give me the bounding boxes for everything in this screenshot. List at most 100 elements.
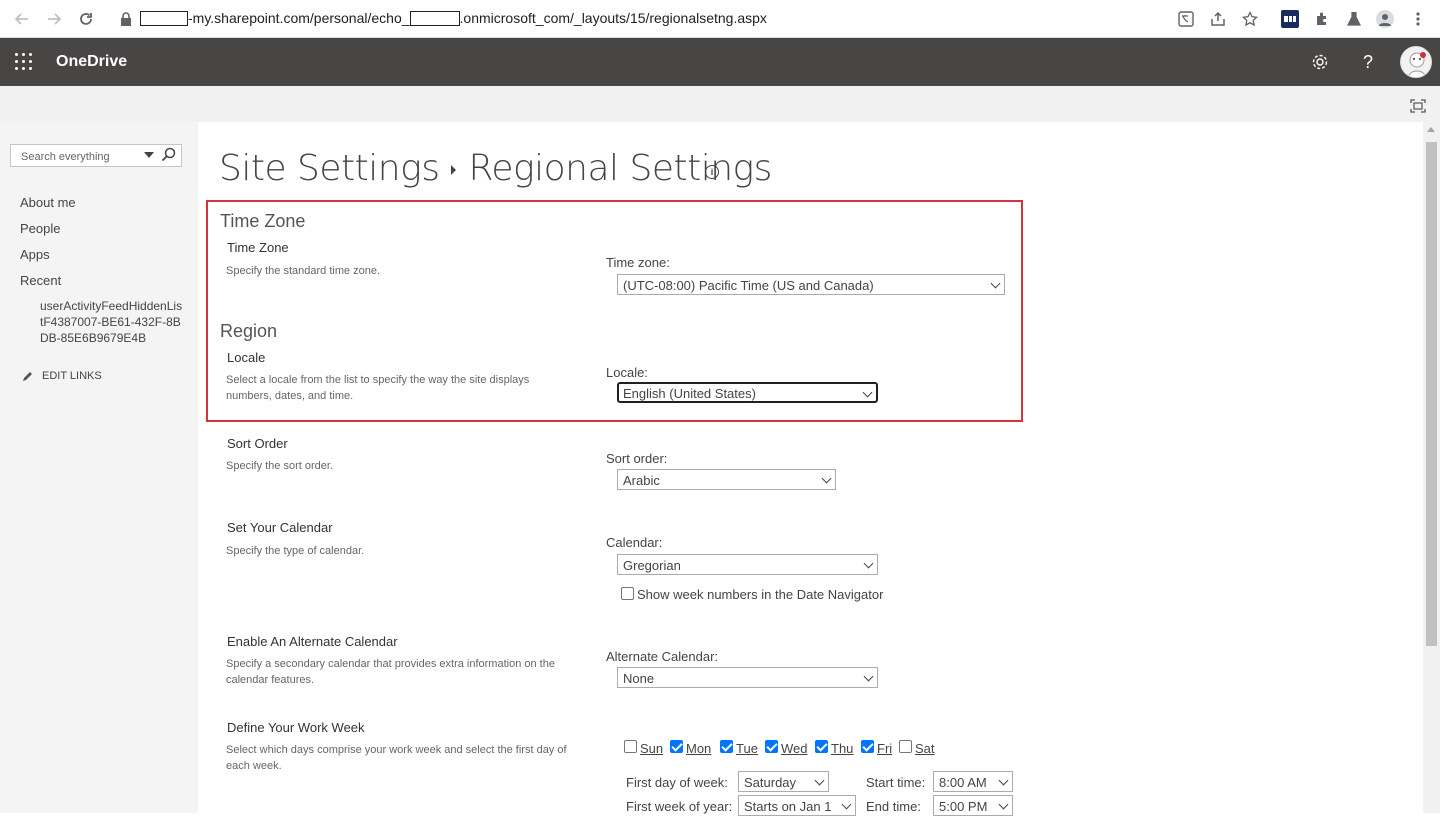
browser-toolbar: -my.sharepoint.com/personal/echo_ .onmicr… [0,0,1440,38]
chevron-down-icon [862,387,873,398]
locale-label: Locale: [606,365,648,380]
alt-calendar-title: Enable An Alternate Calendar [227,634,398,649]
start-time-value: 8:00 AM [939,775,987,790]
calendar-label: Calendar: [606,535,663,550]
redacted-block [140,11,188,26]
week-numbers-checkbox[interactable] [621,587,634,600]
nav-recent[interactable]: Recent [20,273,61,288]
sort-order-value: Arabic [623,473,660,488]
day-label-sun[interactable]: Sun [640,741,663,756]
browser-menu-icon[interactable] [1409,10,1427,28]
info-icon[interactable]: i [705,165,719,179]
settings-gear-icon[interactable] [1308,50,1332,74]
start-time-select[interactable]: 8:00 AM [933,771,1013,792]
calendar-description: Specify the type of calendar. [226,545,365,557]
time-zone-label: Time zone: [606,255,670,270]
chevron-down-icon [998,775,1009,786]
profile-icon[interactable] [1376,10,1394,28]
edit-links-label: EDIT LINKS [42,370,102,382]
search-scope-dropdown-icon[interactable] [144,152,154,158]
work-week-title: Define Your Work Week [227,720,365,735]
share-icon[interactable] [1209,10,1227,28]
breadcrumb-site-settings[interactable]: Site Settings [219,148,440,189]
first-week-value: Starts on Jan 1 [744,799,832,814]
calendar-value: Gregorian [623,558,681,573]
locale-description: Select a locale from the list to specify… [226,374,530,402]
day-checkbox-wed[interactable] [765,740,778,753]
breadcrumb-arrow-icon [451,165,457,175]
day-label-thu[interactable]: Thu [831,741,853,756]
alt-calendar-select[interactable]: None [617,667,878,688]
time-zone-heading: Time Zone [220,211,306,231]
help-icon[interactable]: ? [1356,50,1380,74]
end-time-value: 5:00 PM [939,799,988,814]
chevron-down-icon [863,558,874,569]
start-time-label: Start time: [866,775,926,790]
chevron-down-icon [814,775,825,786]
day-label-tue[interactable]: Tue [736,741,758,756]
day-label-fri[interactable]: Fri [877,741,892,756]
address-bar[interactable]: -my.sharepoint.com/personal/echo_ .onmicr… [140,10,767,26]
first-day-select[interactable]: Saturday [738,771,829,792]
day-checkbox-thu[interactable] [815,740,828,753]
nav-people[interactable]: People [20,221,60,236]
scroll-up-arrow-icon[interactable] [1427,127,1435,132]
day-checkbox-fri[interactable] [861,740,874,753]
reload-icon[interactable] [76,9,96,29]
region-heading: Region [220,321,278,341]
nav-about-me[interactable]: About me [20,195,76,210]
bookmark-star-icon[interactable] [1241,10,1259,28]
app-brand[interactable]: OneDrive [56,53,127,71]
ribbon-strip [0,86,1440,122]
nav-recent-item[interactable]: userActivityFeedHiddenListF4387007-BE61-… [40,298,185,346]
sp-extension-icon[interactable] [1281,10,1299,28]
translate-icon[interactable] [1177,10,1195,28]
focus-on-content-icon[interactable] [1410,99,1426,113]
week-numbers-label[interactable]: Show week numbers in the Date Navigator [637,587,883,602]
day-checkbox-mon[interactable] [670,740,683,753]
time-zone-title: Time Zone [227,240,289,255]
lab-flask-icon[interactable] [1345,10,1363,28]
work-week-description: Select which days comprise your work wee… [226,744,567,772]
extensions-puzzle-icon[interactable] [1313,10,1331,28]
app-launcher-icon[interactable] [14,52,34,72]
day-checkbox-sun[interactable] [624,740,637,753]
locale-value: English (United States) [623,386,756,401]
alt-calendar-description: Specify a secondary calendar that provid… [226,658,555,686]
chevron-down-icon [998,799,1009,810]
page-title: Site Settings Regional Settings [219,148,772,189]
alt-calendar-label: Alternate Calendar: [606,649,719,664]
locale-title: Locale [227,350,266,365]
search-box[interactable]: Search everything [10,144,182,167]
sort-order-select[interactable]: Arabic [617,469,836,490]
search-input[interactable]: Search everything [21,151,110,163]
first-day-value: Saturday [744,775,797,790]
user-avatar[interactable] [1400,46,1432,78]
nav-apps[interactable]: Apps [20,247,50,262]
chevron-down-icon [863,671,874,682]
pencil-icon [23,372,32,381]
scrollbar-thumb[interactable] [1426,142,1437,646]
day-checkbox-tue[interactable] [720,740,733,753]
calendar-select[interactable]: Gregorian [617,554,878,575]
day-label-sat[interactable]: Sat [915,741,935,756]
redacted-block [409,11,460,26]
locale-select[interactable]: English (United States) [617,382,878,403]
sort-order-description: Specify the sort order. [226,460,333,472]
url-text-prefix: -my.sharepoint.com/personal/echo_ [188,10,410,26]
edit-links-button[interactable]: EDIT LINKS [22,370,102,382]
search-icon[interactable] [161,147,179,165]
day-label-wed[interactable]: Wed [781,741,808,756]
end-time-label: End time: [866,799,921,814]
time-zone-description: Specify the standard time zone. [226,265,381,277]
day-label-mon[interactable]: Mon [686,741,711,756]
lock-icon[interactable] [116,9,136,29]
first-week-label: First week of year: [626,799,733,814]
time-zone-select[interactable]: (UTC-08:00) Pacific Time (US and Canada) [617,274,1005,295]
calendar-title: Set Your Calendar [227,520,333,535]
suite-bar: OneDrive ? [0,38,1440,86]
forward-icon[interactable] [44,9,64,29]
day-checkbox-sat[interactable] [899,740,912,753]
chevron-down-icon [990,278,1001,289]
back-icon[interactable] [12,9,32,29]
